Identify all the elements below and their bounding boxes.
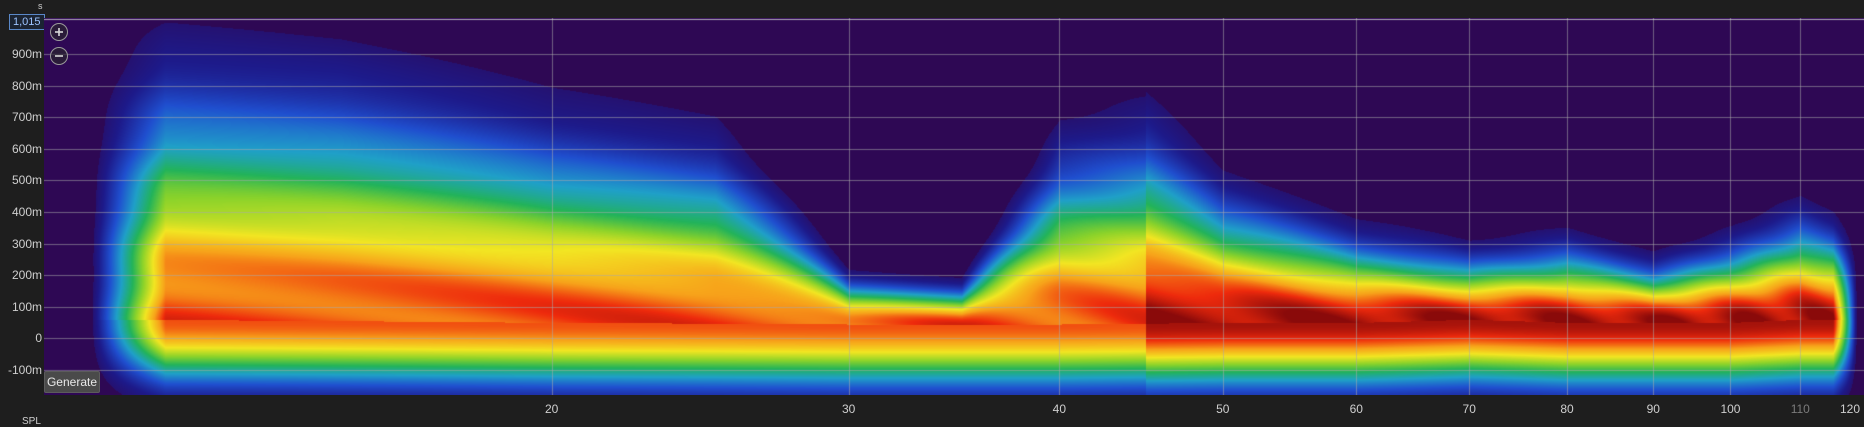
x-tick-label: 20 [544, 402, 559, 416]
x-tick-label: 70 [1462, 402, 1476, 416]
y-tick-label: 500m [11, 173, 42, 188]
y-tick-label: 900m [11, 47, 42, 62]
x-tick-label: 40 [1052, 402, 1067, 416]
y-tick-label: 300m [11, 236, 42, 251]
zoom-in-button[interactable] [50, 23, 68, 41]
x-tick-label: 100 [1720, 402, 1741, 416]
axis-unit-label: SPL [22, 416, 41, 427]
x-tick-label: 90 [1646, 402, 1660, 416]
time-unit-label: s [38, 1, 43, 11]
generate-button[interactable]: Generate [44, 371, 100, 393]
y-max-readout[interactable]: 1,015 [9, 14, 45, 30]
plus-icon [55, 28, 63, 36]
y-tick-label: 700m [11, 110, 42, 125]
plot-area[interactable] [44, 18, 1864, 395]
y-tick-label: 0 [35, 331, 42, 346]
x-tick-label: 30 [841, 402, 856, 416]
y-tick-label: 800m [11, 78, 42, 93]
y-tick-label: 400m [11, 205, 42, 220]
x-tick-label: 80 [1560, 402, 1574, 416]
y-tick-label: 600m [11, 141, 42, 156]
minus-icon [55, 55, 63, 57]
y-tick-label: -100m [7, 362, 42, 377]
x-tick-label: 60 [1349, 402, 1363, 416]
zoom-out-button[interactable] [50, 47, 68, 65]
top-bar: s [0, 0, 1864, 16]
y-tick-label: 200m [11, 268, 42, 283]
x-tick-label: 110 [1790, 402, 1810, 416]
y-tick-label: 100m [11, 299, 42, 314]
x-tick-label: 50 [1216, 402, 1230, 416]
decay-heatmap [44, 18, 1864, 395]
x-tick-label: 120 [1839, 402, 1861, 416]
